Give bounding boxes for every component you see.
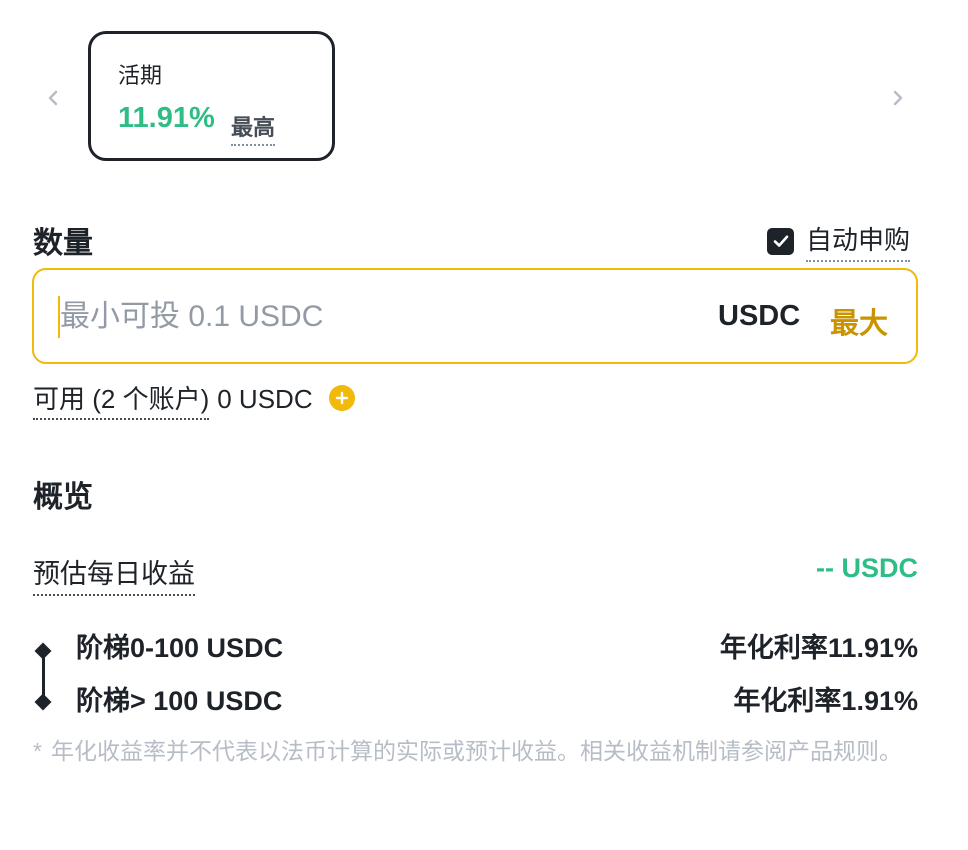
subscription-panel: 活期 11.91% 最高 数量 自动申购 USDC 最大 可用 (2 个账户) … — [0, 0, 968, 850]
disclaimer: * 年化收益率并不代表以法币计算的实际或预计收益。相关收益机制请参阅产品规则。 — [33, 735, 913, 767]
disclaimer-text: 年化收益率并不代表以法币计算的实际或预计收益。相关收益机制请参阅产品规则。 — [51, 738, 902, 764]
chevron-right-icon — [893, 90, 903, 106]
tier-marker-icon — [34, 693, 52, 711]
available-value: 0 USDC — [217, 384, 313, 414]
available-label[interactable]: 可用 (2 个账户) — [33, 379, 210, 420]
amount-title: 数量 — [33, 227, 93, 260]
disclaimer-star: * — [33, 738, 42, 764]
daily-earnings-label[interactable]: 预估每日收益 — [33, 552, 195, 596]
max-button[interactable]: 最大 — [830, 300, 888, 342]
carousel-next-button[interactable] — [880, 80, 916, 116]
amount-unit: USDC — [718, 300, 801, 332]
product-apr: 11.91% — [118, 102, 215, 134]
tier-row: 阶梯> 100 USDC 年化利率1.91% — [76, 679, 918, 718]
plus-circle-icon[interactable] — [328, 384, 355, 411]
amount-input-box[interactable]: USDC 最大 — [32, 268, 918, 364]
carousel-prev-button[interactable] — [35, 80, 71, 116]
tier-range: 阶梯> 100 USDC — [76, 686, 283, 716]
auto-subscribe-checkbox[interactable] — [767, 227, 794, 255]
daily-earnings-value: -- USDC — [816, 553, 918, 583]
overview-title: 概览 — [33, 481, 93, 514]
auto-subscribe-toggle[interactable]: 自动申购 — [767, 220, 911, 262]
apr-max-tag[interactable]: 最高 — [231, 110, 276, 146]
available-balance: 可用 (2 个账户) 0 USDC — [33, 379, 355, 420]
auto-subscribe-label[interactable]: 自动申购 — [806, 220, 911, 262]
amount-input[interactable] — [60, 292, 680, 342]
chevron-left-icon — [48, 90, 58, 106]
tier-rate: 年化利率1.91% — [733, 686, 918, 716]
product-card-flexible[interactable]: 活期 11.91% 最高 — [88, 31, 335, 161]
tier-row: 阶梯0-100 USDC 年化利率11.91% — [76, 626, 918, 665]
tier-rate: 年化利率11.91% — [719, 633, 918, 663]
tier-range: 阶梯0-100 USDC — [76, 633, 284, 663]
checkmark-icon — [773, 235, 788, 247]
tier-marker-icon — [34, 642, 52, 660]
product-term: 活期 — [118, 63, 163, 88]
